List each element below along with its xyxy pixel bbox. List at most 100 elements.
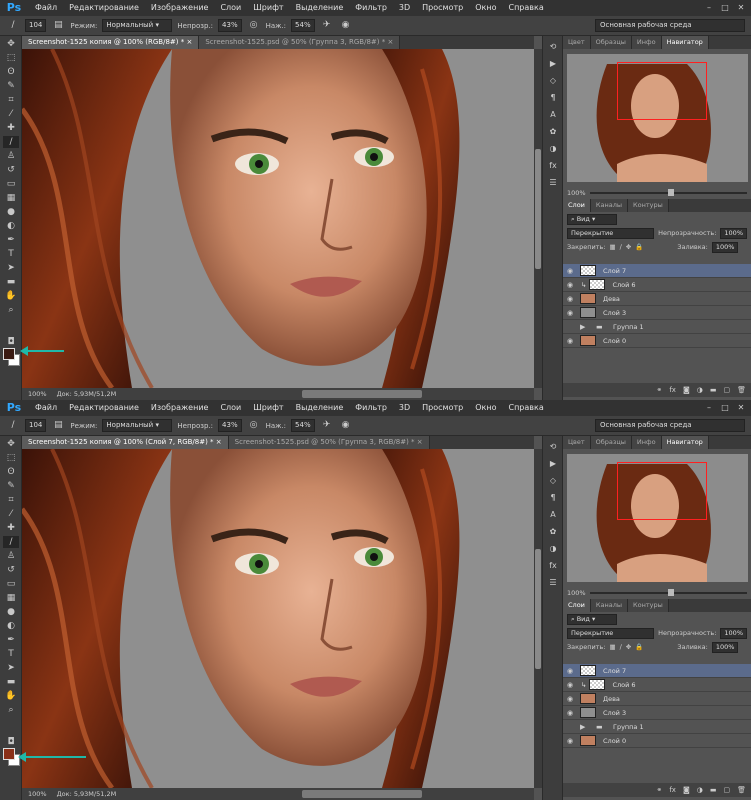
visibility-eye-icon[interactable]: ◉ bbox=[563, 695, 577, 703]
lock-all-icon[interactable]: 🔒 bbox=[635, 643, 643, 651]
new-group-icon[interactable]: ▬ bbox=[710, 786, 717, 794]
navigator-view[interactable] bbox=[567, 454, 748, 582]
horizontal-scroll-thumb[interactable] bbox=[302, 390, 422, 398]
brush-presets-icon[interactable]: ✿ bbox=[546, 525, 560, 538]
adjustment-layer-icon[interactable]: ◑ bbox=[697, 386, 703, 394]
zoom-slider-knob[interactable] bbox=[668, 189, 675, 196]
brush-size-picker[interactable]: 104 bbox=[25, 419, 47, 432]
menu-item[interactable]: 3D bbox=[393, 0, 416, 16]
navigator-zoom-slider[interactable] bbox=[589, 589, 747, 596]
layer-row[interactable]: ◉ Слой 7 bbox=[563, 664, 751, 678]
mode-select[interactable]: Нормальный ▾ bbox=[102, 19, 173, 32]
menu-item[interactable]: Шрифт bbox=[247, 0, 289, 16]
actions-icon[interactable]: ▶ bbox=[546, 57, 560, 70]
menu-item[interactable]: Изображение bbox=[145, 0, 215, 16]
layer-row[interactable]: ◉ Слой 0 bbox=[563, 734, 751, 748]
paragraph-icon[interactable]: ¶ bbox=[546, 91, 560, 104]
navigator-view[interactable] bbox=[567, 54, 748, 182]
airbrush-icon[interactable]: ✈ bbox=[320, 19, 334, 32]
panel-tab[interactable]: Образцы bbox=[590, 36, 632, 49]
lock-all-icon[interactable]: 🔒 bbox=[635, 243, 643, 251]
add-mask-icon[interactable]: ◙ bbox=[683, 786, 690, 794]
vertical-scrollbar[interactable] bbox=[534, 49, 542, 388]
foreground-color-swatch[interactable] bbox=[3, 748, 15, 760]
panel-tab[interactable]: Слои bbox=[563, 599, 591, 612]
new-layer-icon[interactable]: ▢ bbox=[723, 386, 730, 394]
tablet-size-icon[interactable]: ◉ bbox=[339, 419, 353, 432]
link-layers-icon[interactable]: ⚭ bbox=[656, 386, 662, 394]
panel-tab[interactable]: Цвет bbox=[563, 36, 591, 49]
document-canvas[interactable] bbox=[22, 449, 534, 788]
layer-row[interactable]: ◉ Дева bbox=[563, 292, 751, 306]
panel-tab[interactable]: Каналы bbox=[590, 599, 629, 612]
actions-icon[interactable]: ▶ bbox=[546, 457, 560, 470]
layer-row[interactable]: ◉ ↳ Слой 6 bbox=[563, 678, 751, 692]
properties-icon[interactable]: ☰ bbox=[546, 176, 560, 189]
hand-icon[interactable]: ✋ bbox=[3, 290, 19, 302]
panel-tab[interactable]: Цвет bbox=[563, 436, 591, 449]
properties-icon[interactable]: ☰ bbox=[546, 576, 560, 589]
marquee-icon[interactable]: ⬚ bbox=[3, 52, 19, 64]
move-icon[interactable]: ✥ bbox=[3, 38, 19, 50]
quick-mask-icon[interactable]: ◘ bbox=[3, 736, 19, 748]
menu-item[interactable]: 3D bbox=[393, 400, 416, 416]
stamp-icon[interactable]: ♙ bbox=[3, 550, 19, 562]
navigator-view-box[interactable] bbox=[617, 62, 707, 120]
menu-item[interactable]: Справка bbox=[502, 0, 549, 16]
panel-tab[interactable]: Навигатор bbox=[661, 36, 709, 49]
navigator-zoom-value[interactable]: 100% bbox=[567, 189, 586, 197]
horizontal-scroll-thumb[interactable] bbox=[302, 790, 422, 798]
path-select-icon[interactable]: ➤ bbox=[3, 662, 19, 674]
scroll-thumb[interactable] bbox=[535, 549, 541, 669]
document-tab[interactable]: Screenshot-1525.psd @ 50% (Группа 3, RGB… bbox=[199, 36, 401, 49]
fill-field[interactable]: 100% bbox=[711, 641, 739, 653]
status-zoom[interactable]: 100% bbox=[28, 790, 47, 798]
add-mask-icon[interactable]: ◙ bbox=[683, 386, 690, 394]
character-icon[interactable]: A bbox=[546, 108, 560, 121]
menu-item[interactable]: Справка bbox=[502, 400, 549, 416]
delete-layer-icon[interactable]: 🗑 bbox=[737, 786, 746, 794]
lock-position-icon[interactable]: ✥ bbox=[626, 643, 631, 651]
dodge-icon[interactable]: ◐ bbox=[3, 220, 19, 232]
zoom-icon[interactable]: ⌕ bbox=[3, 704, 19, 716]
expand-arrow-icon[interactable]: ▶ bbox=[580, 723, 590, 731]
document-tab[interactable]: Screenshot-1525 копия @ 100% (Слой 7, RG… bbox=[22, 436, 229, 449]
healing-icon[interactable]: ✚ bbox=[3, 122, 19, 134]
maximize-icon[interactable]: □ bbox=[719, 2, 731, 13]
panel-tab[interactable]: Контуры bbox=[628, 599, 669, 612]
visibility-eye-icon[interactable]: ◉ bbox=[563, 667, 577, 675]
brush-panel-icon[interactable]: ▤ bbox=[51, 419, 65, 432]
layer-row[interactable]: ◉ Слой 3 bbox=[563, 706, 751, 720]
eyedropper-icon[interactable]: ⁄ bbox=[3, 508, 19, 520]
menu-item[interactable]: Просмотр bbox=[416, 0, 469, 16]
styles-icon[interactable]: fx bbox=[546, 559, 560, 572]
visibility-eye-icon[interactable]: ◉ bbox=[563, 295, 577, 303]
layer-opacity-field[interactable]: 100% bbox=[720, 227, 747, 239]
menu-item[interactable]: Окно bbox=[469, 0, 502, 16]
blend-mode-select[interactable]: Перекрытие bbox=[567, 627, 655, 639]
tablet-size-icon[interactable]: ◉ bbox=[339, 19, 353, 32]
history-icon[interactable]: ⟲ bbox=[546, 40, 560, 53]
eraser-icon[interactable]: ▭ bbox=[3, 578, 19, 590]
gradient-icon[interactable]: ▦ bbox=[3, 192, 19, 204]
blend-mode-select[interactable]: Перекрытие bbox=[567, 227, 655, 239]
adjustments-icon[interactable]: ◑ bbox=[546, 142, 560, 155]
tablet-opacity-icon[interactable]: ◎ bbox=[247, 419, 261, 432]
lock-pixels-icon[interactable]: ∕ bbox=[620, 643, 622, 651]
brush-tool-icon[interactable]: ∕ bbox=[6, 419, 20, 432]
foreground-color-swatch[interactable] bbox=[3, 348, 15, 360]
brush-presets-icon[interactable]: ✿ bbox=[546, 125, 560, 138]
quick-select-icon[interactable]: ✎ bbox=[3, 80, 19, 92]
navigator-view-box[interactable] bbox=[617, 462, 707, 520]
navigator-zoom-value[interactable]: 100% bbox=[567, 589, 586, 597]
pen-icon[interactable]: ✒ bbox=[3, 634, 19, 646]
menu-item[interactable]: Слои bbox=[214, 0, 247, 16]
scroll-thumb[interactable] bbox=[535, 149, 541, 269]
menu-item[interactable]: Шрифт bbox=[247, 400, 289, 416]
layer-style-icon[interactable]: fx bbox=[669, 386, 676, 394]
layer-kind-select[interactable]: ⌕ Вид ▾ bbox=[567, 213, 617, 225]
document-tab[interactable]: Screenshot-1525 копия @ 100% (RGB/8#) * … bbox=[22, 36, 200, 49]
path-select-icon[interactable]: ➤ bbox=[3, 262, 19, 274]
menu-item[interactable]: Файл bbox=[29, 400, 63, 416]
brush-size-picker[interactable]: 104 bbox=[25, 19, 47, 32]
